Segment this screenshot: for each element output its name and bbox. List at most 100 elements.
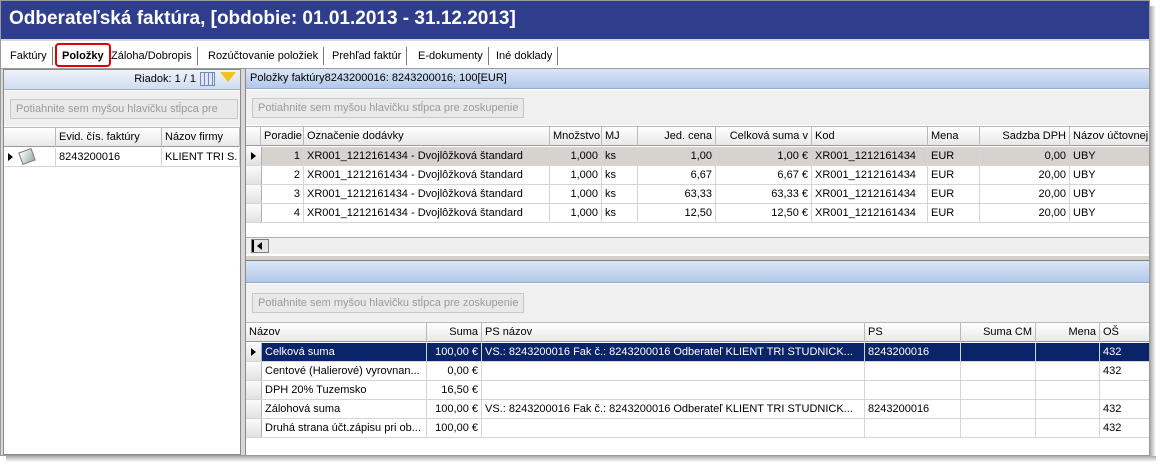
col-os[interactable]: OŠ: [1100, 323, 1149, 342]
row-indicator: [246, 343, 262, 361]
tab-rozuctovanie[interactable]: Rozúčtovanie položiek: [203, 47, 325, 65]
summary-group-by-zone[interactable]: Potiahnite sem myšou hlavičku stĺpca pre…: [246, 284, 1149, 322]
cell-suma: 100,00 €: [427, 343, 482, 361]
cell-mena: EUR: [928, 166, 980, 184]
row-indicator: [246, 362, 262, 380]
cell-kod: XR001_1212161434: [812, 204, 928, 222]
invoice-list-column-header: Evid. čís. faktúry Názov firmy: [4, 127, 240, 147]
summary-group-by-hint: Potiahnite sem myšou hlavičku stĺpca pre…: [252, 293, 525, 313]
summary-row[interactable]: Centové (Halierové) vyrovnan... 0,00 € 4…: [246, 362, 1149, 381]
cell-sadzba: 20,00: [980, 185, 1070, 203]
tab-polozky[interactable]: Položky: [55, 43, 111, 67]
col-jed-cena[interactable]: Jed. cena: [638, 127, 716, 146]
cell-jed-cena: 12,50: [638, 204, 716, 222]
items-horizontal-scrollbar[interactable]: [246, 237, 1149, 254]
invoice-list-header: Riadok: 1 / 1: [4, 70, 240, 90]
row-indicator: [246, 400, 262, 418]
item-row[interactable]: 1 XR001_1212161434 - Dvojlôžková štandar…: [246, 147, 1149, 166]
cell-mena: EUR: [928, 185, 980, 203]
cell-nazov: Celková suma: [262, 343, 427, 361]
cell-nazov: Druhá strana účt.zápisu pri ob...: [262, 419, 427, 437]
scroll-thumb[interactable]: [252, 240, 254, 252]
cell-oznacenie: XR001_1212161434 - Dvojlôžková štandard: [304, 147, 550, 165]
summary-row[interactable]: Zálohová suma 100,00 € VS.: 8243200016 F…: [246, 400, 1149, 419]
col-sadzba-dph[interactable]: Sadzba DPH: [980, 127, 1070, 146]
cell-suma: 16,50 €: [427, 381, 482, 399]
item-row[interactable]: 4 XR001_1212161434 - Dvojlôžková štandar…: [246, 204, 1149, 223]
cell-mena: [1036, 381, 1100, 399]
col-mena[interactable]: Mena: [928, 127, 980, 146]
col-poradie[interactable]: Poradie: [261, 127, 304, 146]
item-row[interactable]: 3 XR001_1212161434 - Dvojlôžková štandar…: [246, 185, 1149, 204]
filter-icon[interactable]: [220, 72, 236, 82]
summary-column-header: Názov Suma PS názov PS Suma CM Mena OŠ: [246, 322, 1149, 342]
col-ps[interactable]: PS: [865, 323, 961, 342]
col-nazov-firmy[interactable]: Názov firmy: [162, 128, 240, 147]
items-group-by-hint: Potiahnite sem myšou hlavičku stĺpca pre…: [252, 98, 525, 118]
tab-zaloha-dobropis[interactable]: Záloha/Dobropis: [106, 47, 198, 65]
cell-oznacenie: XR001_1212161434 - Dvojlôžková štandard: [304, 166, 550, 184]
cell-suma: 100,00 €: [427, 419, 482, 437]
col-nazov[interactable]: Názov: [246, 323, 427, 342]
row-indicator: [246, 381, 262, 399]
col-ps-nazov[interactable]: PS názov: [482, 323, 865, 342]
col-mena-summary[interactable]: Mena: [1036, 323, 1100, 342]
col-mnozstvo[interactable]: Množstvo: [550, 127, 602, 146]
row-indicator: [246, 147, 262, 165]
cell-mena: EUR: [928, 204, 980, 222]
cell-celkova: 1,00 €: [716, 147, 812, 165]
tab-e-dokumenty[interactable]: E-dokumenty: [413, 47, 489, 65]
window-shadow-right: [1150, 6, 1156, 458]
tab-strip: Faktúry Položky Záloha/Dobropis Rozúčtov…: [1, 41, 1149, 69]
tab-faktury[interactable]: Faktúry: [5, 47, 53, 65]
cell-nazov: UBY: [1070, 147, 1149, 165]
cell-celkova: 63,33 €: [716, 185, 812, 203]
tab-ine-doklady[interactable]: Iné doklady: [491, 47, 559, 65]
cell-suma-cm: [961, 400, 1036, 418]
title-bar: Odberateľská faktúra, [obdobie: 01.01.20…: [1, 1, 1149, 39]
cell-suma-cm: [961, 419, 1036, 437]
cell-ps-nazov: VS.: 8243200016 Fak č.: 8243200016 Odber…: [482, 343, 865, 361]
cell-nazov: Zálohová suma: [262, 400, 427, 418]
items-group-by-zone[interactable]: Potiahnite sem myšou hlavičku stĺpca pre…: [246, 90, 1149, 125]
col-oznacenie-dodavky[interactable]: Označenie dodávky: [304, 127, 550, 146]
col-suma[interactable]: Suma: [427, 323, 482, 342]
col-nazov-uctovnej[interactable]: Názov účtovnej: [1070, 127, 1149, 146]
col-suma-cm[interactable]: Suma CM: [961, 323, 1036, 342]
group-by-zone[interactable]: Potiahnite sem myšou hlavičku stĺpca pre: [4, 91, 240, 126]
invoice-window: Odberateľská faktúra, [obdobie: 01.01.20…: [0, 0, 1150, 456]
summary-row[interactable]: Celková suma 100,00 € VS.: 8243200016 Fa…: [246, 343, 1149, 362]
col-evid-cis-faktury[interactable]: Evid. čís. faktúry: [56, 128, 162, 147]
col-celkova-suma[interactable]: Celková suma v: [716, 127, 812, 146]
cell-suma-cm: [961, 381, 1036, 399]
cell-ps-nazov: [482, 419, 865, 437]
grid-view-icon[interactable]: [200, 72, 215, 86]
col-mj[interactable]: MJ: [602, 127, 638, 146]
summary-row[interactable]: DPH 20% Tuzemsko 16,50 €: [246, 381, 1149, 400]
cell-os: 432: [1100, 343, 1149, 361]
invoice-list-panel: Riadok: 1 / 1 Potiahnite sem myšou hlavi…: [3, 69, 241, 455]
cell-poradie: 3: [261, 185, 304, 203]
cell-os: 432: [1100, 362, 1149, 380]
cell-celkova: 12,50 €: [716, 204, 812, 222]
invoice-row[interactable]: 8243200016 KLIENT TRI S.: [4, 148, 240, 167]
cell-suma: 0,00 €: [427, 362, 482, 380]
cell-mena: [1036, 343, 1100, 361]
cell-mena: [1036, 419, 1100, 437]
cell-ps-nazov: [482, 381, 865, 399]
cell-suma-cm: [961, 362, 1036, 380]
cell-kod: XR001_1212161434: [812, 166, 928, 184]
cell-suma: 100,00 €: [427, 400, 482, 418]
summary-row[interactable]: Druhá strana účt.zápisu pri ob... 100,00…: [246, 419, 1149, 438]
row-pointer-icon: [251, 152, 256, 160]
tab-prehlad-faktur[interactable]: Prehľad faktúr: [327, 47, 408, 65]
cell-mj: ks: [602, 147, 638, 165]
cell-os: [1100, 381, 1149, 399]
cell-mena: [1036, 362, 1100, 380]
item-row[interactable]: 2 XR001_1212161434 - Dvojlôžková štandar…: [246, 166, 1149, 185]
row-pointer-icon: [251, 348, 256, 356]
indicator-column-header: [4, 128, 56, 147]
col-kod[interactable]: Kod: [812, 127, 928, 146]
items-panel: Položky faktúry8243200016: 8243200016; 1…: [245, 69, 1149, 455]
cell-mj: ks: [602, 185, 638, 203]
